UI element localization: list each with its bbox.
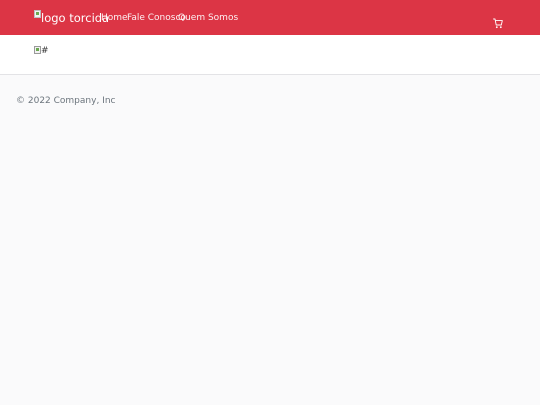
broken-image-icon (34, 46, 41, 54)
image-alt-text: # (41, 46, 49, 56)
nav-link-home[interactable]: Home (101, 12, 128, 24)
brand-logo-link[interactable]: logo torcida (34, 9, 109, 27)
cart-button[interactable] (493, 14, 503, 29)
broken-image-icon (34, 10, 41, 18)
broken-image-link[interactable]: # (34, 45, 49, 57)
footer-copyright: © 2022 Company, Inc (16, 96, 116, 106)
cart-icon (493, 18, 503, 29)
top-navbar: logo torcida Home Fale Conosco Quem Somo… (0, 0, 540, 35)
secondary-bar: # (0, 35, 540, 75)
logo-alt-text: logo torcida (41, 11, 110, 25)
nav-link-quem-somos[interactable]: Quem Somos (178, 12, 238, 24)
